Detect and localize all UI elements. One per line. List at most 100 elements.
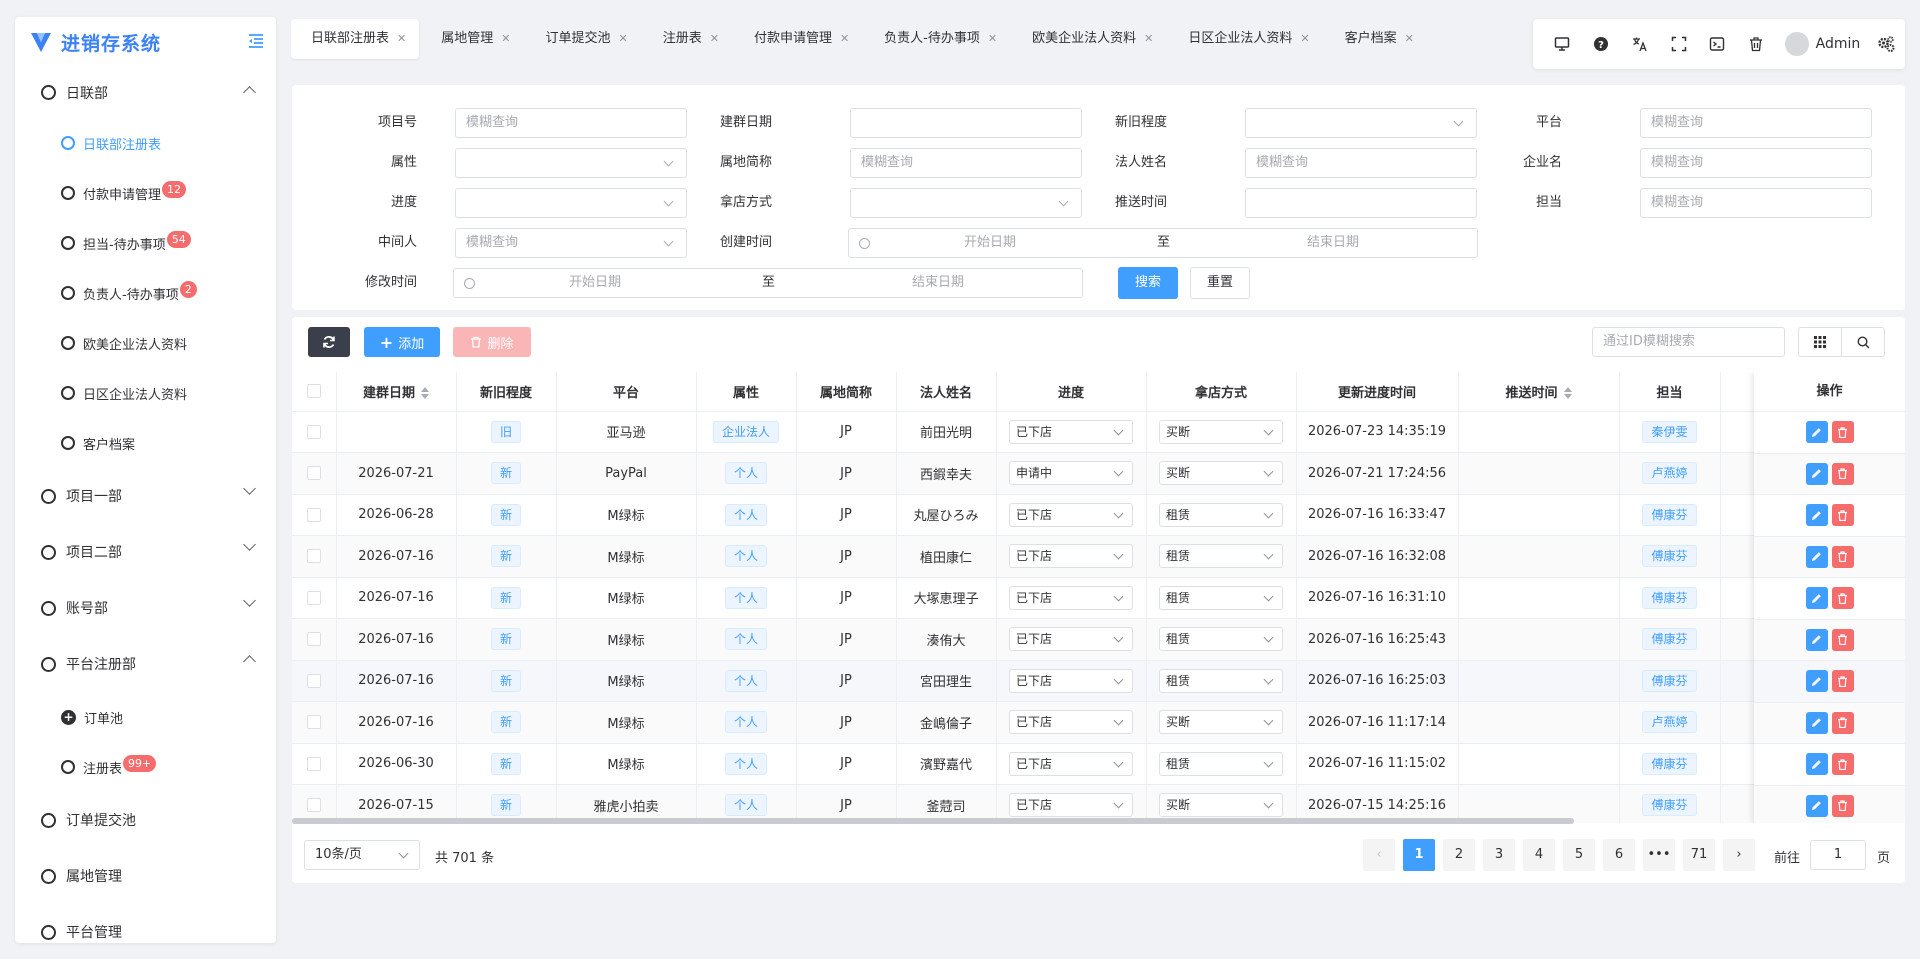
edit-button[interactable] xyxy=(1805,670,1828,693)
goto-page-input[interactable]: 1 xyxy=(1810,840,1866,870)
platform-input[interactable]: 模糊查询 xyxy=(1640,108,1872,138)
progress-select[interactable]: 已下店 xyxy=(1009,668,1133,693)
page-button-1[interactable]: 1 xyxy=(1403,839,1435,871)
menu-collapse-icon[interactable] xyxy=(246,31,266,51)
column-header-8[interactable]: 更新进度时间 xyxy=(1296,372,1459,412)
close-icon[interactable]: ✕ xyxy=(710,32,719,45)
row-checkbox[interactable] xyxy=(306,590,321,605)
project-no-input[interactable]: 模糊查询 xyxy=(455,108,687,138)
menu-item-3[interactable]: 担当-待办事项 54 xyxy=(15,218,276,268)
page-button-3[interactable]: 3 xyxy=(1483,839,1515,871)
page-size-select[interactable]: 10条/页 xyxy=(304,840,420,870)
modify-end-date[interactable]: 结束日期 xyxy=(912,269,964,297)
trash-icon[interactable] xyxy=(1737,24,1776,64)
row-checkbox[interactable] xyxy=(306,466,321,481)
page-button-4[interactable]: 4 xyxy=(1523,839,1555,871)
column-header-3[interactable]: 属性 xyxy=(696,372,797,412)
table-row[interactable]: 2026-07-16 新 M绿标 个人 JP 大塚恵理子 已下店 租赁 2026-07-16 1… xyxy=(292,577,1821,619)
edit-button[interactable] xyxy=(1805,753,1828,776)
column-header-2[interactable]: 平台 xyxy=(556,372,697,412)
table-row[interactable]: 2026-07-16 新 M绿标 个人 JP 湊侑大 已下店 租赁 2026-07-16 16:… xyxy=(292,618,1821,661)
delete-row-button[interactable] xyxy=(1831,628,1854,651)
column-header-7[interactable]: 拿店方式 xyxy=(1146,372,1297,412)
menu-item-0[interactable]: 日联部 xyxy=(15,67,276,118)
tab-6[interactable]: 欧美企业法人资料 ✕ xyxy=(1012,19,1166,59)
menu-item-1[interactable]: 日联部注册表 xyxy=(15,118,276,168)
menu-item-13[interactable]: 注册表 99+ xyxy=(15,742,276,792)
territory-abbr-input[interactable]: 模糊查询 xyxy=(850,148,1082,178)
column-header-4[interactable]: 属地简称 xyxy=(796,372,897,412)
menu-item-16[interactable]: 平台管理 xyxy=(15,904,276,943)
next-page-button[interactable]: › xyxy=(1723,839,1755,871)
settings-icon[interactable] xyxy=(1866,24,1905,64)
column-header-5[interactable]: 法人姓名 xyxy=(896,372,997,412)
menu-item-14[interactable]: 订单提交池 xyxy=(15,792,276,848)
delete-row-button[interactable] xyxy=(1831,545,1854,568)
progress-select[interactable]: 已下店 xyxy=(1009,710,1133,735)
owner-input[interactable]: 模糊查询 xyxy=(1640,188,1872,218)
tab-3[interactable]: 注册表 ✕ xyxy=(643,19,732,59)
table-row[interactable]: 2026-07-21 新 PayPal 个人 JP 西鍜幸夫 申请中 买断 2026-07-21… xyxy=(292,452,1821,495)
menu-item-5[interactable]: 欧美企业法人资料 xyxy=(15,318,276,368)
close-icon[interactable]: ✕ xyxy=(840,32,849,45)
delete-row-button[interactable] xyxy=(1831,504,1854,527)
menu-item-11[interactable]: 平台注册部 xyxy=(15,636,276,692)
add-button[interactable]: + 添加 xyxy=(364,327,440,357)
company-input[interactable]: 模糊查询 xyxy=(1640,148,1872,178)
page-ellipsis[interactable]: ••• xyxy=(1643,839,1675,871)
menu-item-10[interactable]: 账号部 xyxy=(15,580,276,636)
store-method-select[interactable]: 买断 xyxy=(1159,793,1283,818)
tab-4[interactable]: 付款申请管理 ✕ xyxy=(734,19,862,59)
progress-select[interactable]: 已下店 xyxy=(1009,502,1133,527)
progress-select[interactable] xyxy=(455,188,687,218)
delete-row-button[interactable] xyxy=(1831,421,1854,444)
menu-item-8[interactable]: 项目一部 xyxy=(15,468,276,524)
edit-button[interactable] xyxy=(1805,462,1828,485)
legal-name-input[interactable]: 模糊查询 xyxy=(1245,148,1477,178)
store-method-select[interactable]: 买断 xyxy=(1159,710,1283,735)
delete-row-button[interactable] xyxy=(1831,753,1854,776)
help-icon[interactable]: ? xyxy=(1582,24,1621,64)
column-header-10[interactable]: 担当 xyxy=(1619,372,1721,412)
close-icon[interactable]: ✕ xyxy=(397,32,406,45)
progress-select[interactable]: 已下店 xyxy=(1009,751,1133,776)
row-checkbox[interactable] xyxy=(306,673,321,688)
row-checkbox[interactable] xyxy=(306,549,321,564)
newness-select[interactable] xyxy=(1245,108,1477,138)
delete-row-button[interactable] xyxy=(1831,670,1854,693)
close-icon[interactable]: ✕ xyxy=(988,32,997,45)
menu-item-12[interactable]: + 订单池 xyxy=(15,692,276,742)
store-method-select[interactable]: 租赁 xyxy=(1159,668,1283,693)
row-checkbox[interactable] xyxy=(306,715,321,730)
edit-button[interactable] xyxy=(1805,421,1828,444)
close-icon[interactable]: ✕ xyxy=(1300,32,1309,45)
monitor-icon[interactable] xyxy=(1543,24,1582,64)
sort-icon[interactable] xyxy=(421,387,429,400)
menu-item-7[interactable]: 客户档案 xyxy=(15,418,276,468)
progress-select[interactable]: 已下店 xyxy=(1009,419,1133,444)
terminal-icon[interactable] xyxy=(1698,24,1737,64)
row-checkbox[interactable] xyxy=(306,798,321,813)
column-header-0[interactable]: 建群日期 xyxy=(336,372,457,412)
delete-row-button[interactable] xyxy=(1831,587,1854,610)
table-row[interactable]: 2026-07-16 新 M绿标 个人 JP 宮田理生 已下店 租赁 2026-07-16 16… xyxy=(292,660,1821,702)
avatar[interactable] xyxy=(1785,32,1809,56)
column-header-9[interactable]: 推送时间 xyxy=(1458,372,1620,412)
delete-row-button[interactable] xyxy=(1831,711,1854,734)
attr-select[interactable] xyxy=(455,148,687,178)
create-time-range[interactable]: 开始日期 至 结束日期 xyxy=(848,228,1478,258)
progress-select[interactable]: 已下店 xyxy=(1009,627,1133,652)
column-settings-button[interactable] xyxy=(1798,327,1842,357)
translate-icon[interactable] xyxy=(1620,24,1659,64)
edit-button[interactable] xyxy=(1805,794,1828,817)
store-method-select[interactable]: 租赁 xyxy=(1159,627,1283,652)
search-toggle-button[interactable] xyxy=(1841,327,1885,357)
user-name[interactable]: Admin xyxy=(1816,36,1861,52)
search-button[interactable]: 搜索 xyxy=(1118,267,1178,299)
table-row[interactable]: 旧 亚马逊 企业法人 JP 前田光明 已下店 买断 2026-07-23 14:35:19 秦伊… xyxy=(292,411,1821,453)
tab-1[interactable]: 属地管理 ✕ xyxy=(421,19,523,59)
horizontal-scrollbar[interactable] xyxy=(292,818,1574,824)
page-button-5[interactable]: 5 xyxy=(1563,839,1595,871)
edit-button[interactable] xyxy=(1805,628,1828,651)
page-button-6[interactable]: 6 xyxy=(1603,839,1635,871)
